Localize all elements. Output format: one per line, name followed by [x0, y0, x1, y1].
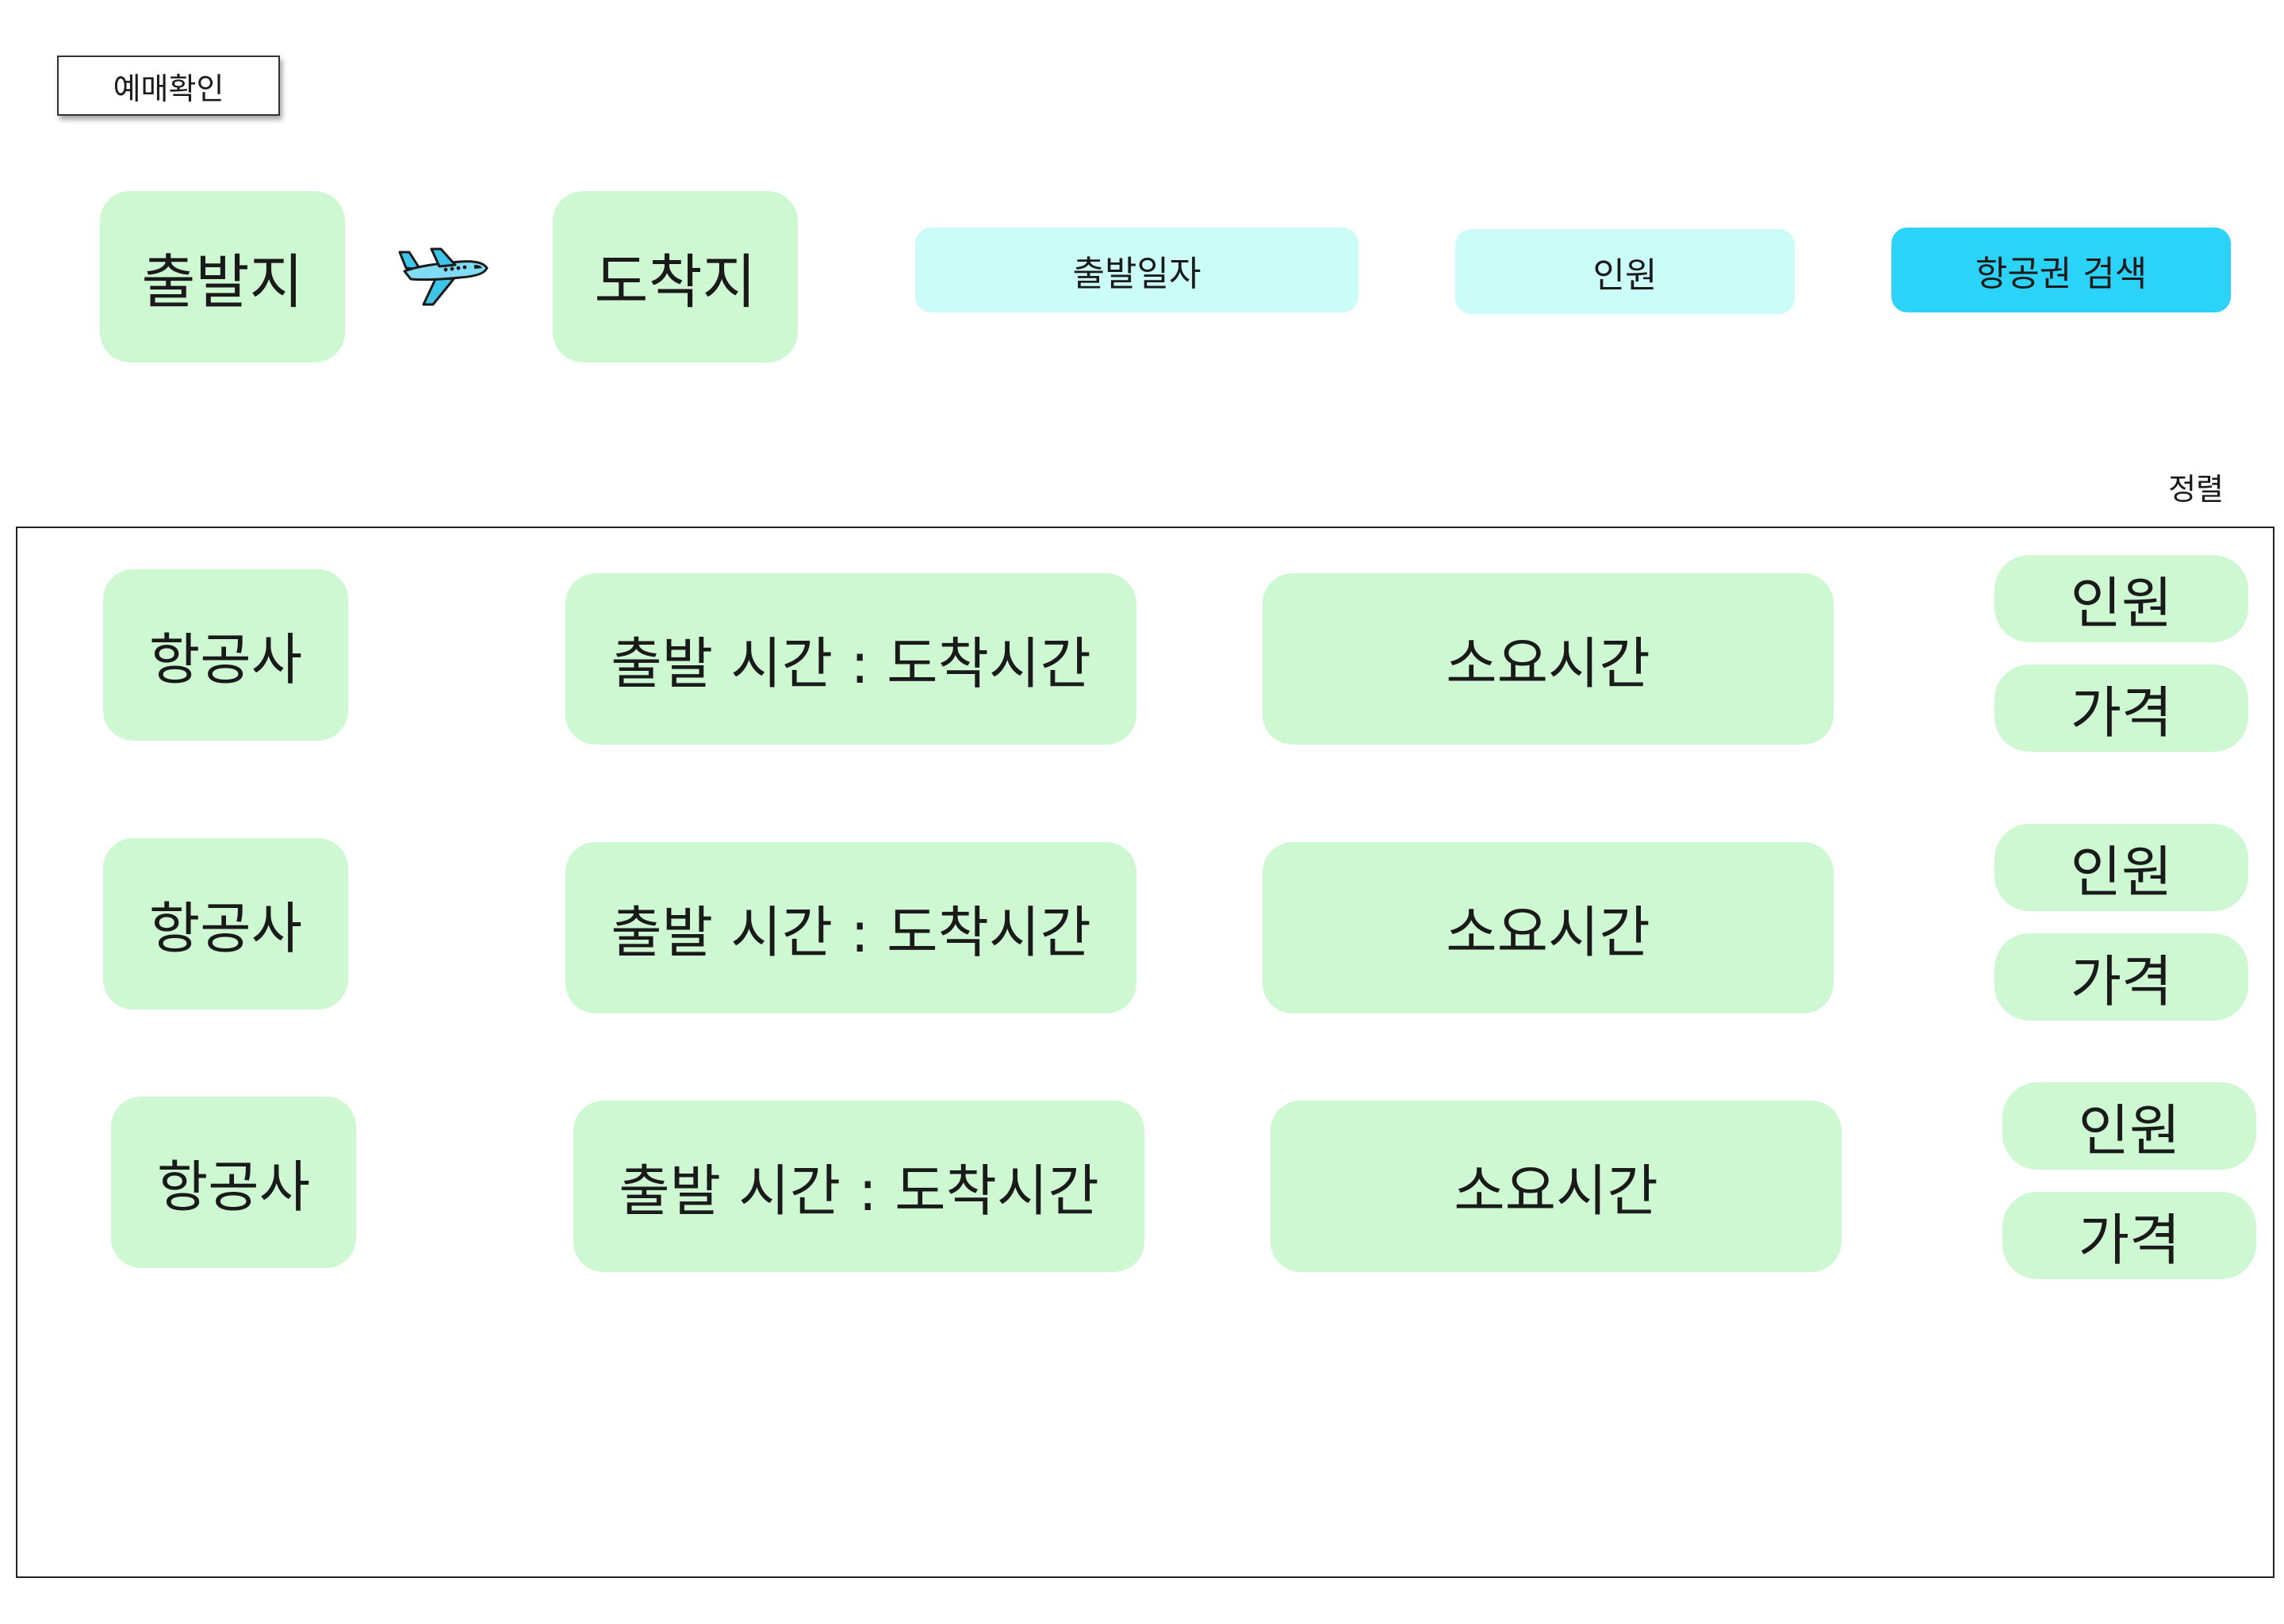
flight-times-label: 출발 시간 : 도착시간 — [611, 630, 1091, 696]
flight-times-label: 출발 시간 : 도착시간 — [611, 899, 1091, 965]
booking-check-label: 예매확인 — [113, 71, 224, 106]
price-box: 가격 — [1995, 933, 2248, 1021]
booking-check-button[interactable]: 예매확인 — [57, 56, 280, 116]
price-box: 가격 — [1995, 665, 2248, 752]
passengers-field[interactable]: 인원 — [1455, 229, 1795, 314]
row-passengers-label: 인원 — [2078, 1097, 2181, 1163]
origin-label: 출발지 — [141, 247, 304, 316]
flight-times-box: 출발 시간 : 도착시간 — [565, 842, 1136, 1013]
sort-label: 정렬 — [2168, 472, 2224, 507]
airplane-icon — [398, 247, 489, 306]
destination-label: 도착지 — [594, 247, 757, 316]
airline-label: 항공사 — [148, 626, 303, 692]
origin-field[interactable]: 출발지 — [100, 191, 345, 362]
duration-label: 소요시간 — [1446, 899, 1650, 965]
row-passengers-box: 인원 — [2002, 1082, 2256, 1170]
destination-field[interactable]: 도착지 — [553, 191, 798, 362]
sort-button[interactable]: 정렬 — [2168, 465, 2224, 508]
price-box: 가격 — [2002, 1192, 2256, 1279]
airline-box: 항공사 — [103, 569, 348, 741]
airline-label: 항공사 — [156, 1154, 311, 1220]
airline-label: 항공사 — [148, 895, 303, 961]
duration-box: 소요시간 — [1263, 842, 1834, 1013]
departure-date-field[interactable]: 출발일자 — [915, 228, 1359, 312]
departure-date-label: 출발일자 — [1072, 253, 1201, 294]
results-panel — [16, 527, 2274, 1578]
flight-search-button[interactable]: 항공권 검색 — [1891, 228, 2231, 312]
price-label: 가격 — [2078, 1207, 2181, 1273]
duration-label: 소요시간 — [1454, 1158, 1658, 1224]
row-passengers-box: 인원 — [1995, 824, 2248, 911]
row-passengers-label: 인원 — [2070, 839, 2173, 905]
duration-box: 소요시간 — [1270, 1101, 1841, 1272]
passengers-label: 인원 — [1592, 255, 1657, 296]
airline-box: 항공사 — [111, 1097, 356, 1268]
row-passengers-label: 인원 — [2070, 570, 2173, 636]
flight-times-label: 출발 시간 : 도착시간 — [619, 1158, 1099, 1224]
flight-times-box: 출발 시간 : 도착시간 — [573, 1101, 1144, 1272]
duration-label: 소요시간 — [1446, 630, 1650, 696]
flight-search-label: 항공권 검색 — [1975, 253, 2148, 294]
flight-times-box: 출발 시간 : 도착시간 — [565, 573, 1136, 745]
airline-box: 항공사 — [103, 838, 348, 1009]
row-passengers-box: 인원 — [1995, 555, 2248, 642]
duration-box: 소요시간 — [1263, 573, 1834, 745]
price-label: 가격 — [2070, 948, 2173, 1014]
price-label: 가격 — [2070, 680, 2173, 745]
